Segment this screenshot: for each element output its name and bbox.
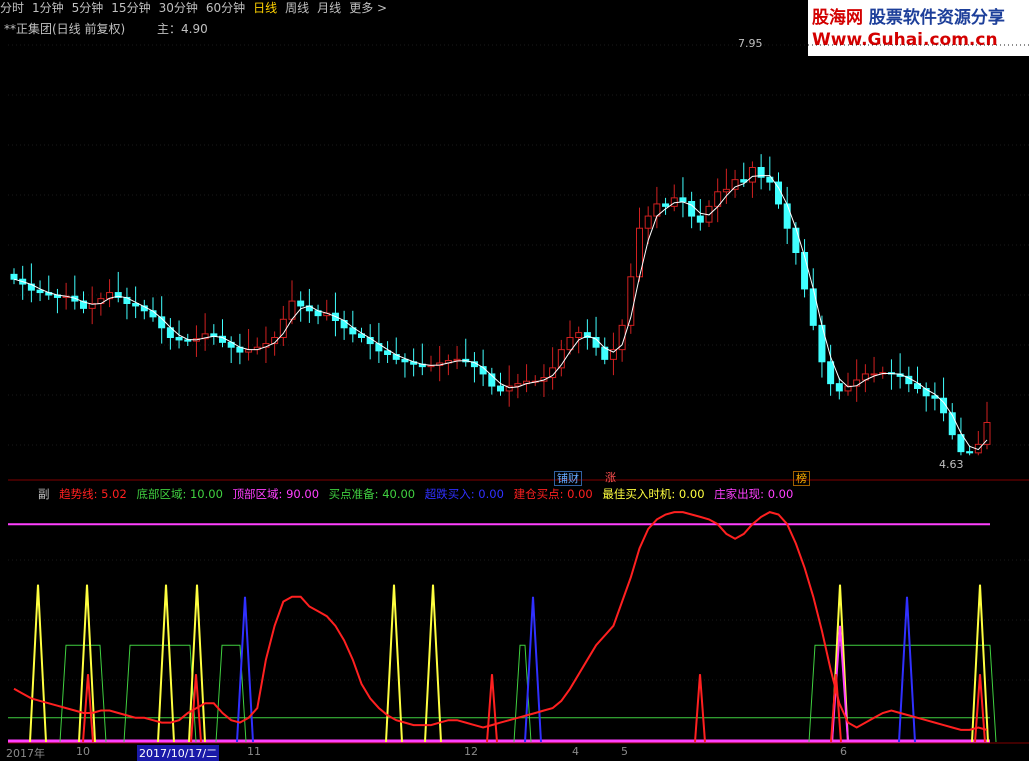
legend-banker: 庄家出现: 0.00 — [714, 487, 794, 501]
candle-body — [748, 167, 756, 183]
legend-oversold-buy: 超跌买入: 0.00 — [424, 487, 504, 501]
date-label: 6 — [840, 745, 847, 758]
candle-body — [783, 203, 791, 229]
news-tag-caijing[interactable]: 铺财 — [554, 471, 582, 486]
build-position-spike — [694, 674, 706, 743]
candle-body — [827, 361, 835, 385]
candle-body — [279, 318, 287, 338]
date-label: 4 — [572, 745, 579, 758]
ma-line — [13, 175, 988, 451]
oversold-spike — [524, 596, 542, 743]
candle-body — [184, 339, 192, 342]
news-tag-bang[interactable]: 榜 — [793, 471, 810, 486]
legend-best-buy: 最佳买入时机: 0.00 — [602, 487, 705, 501]
candle-body — [575, 332, 583, 338]
selected-date[interactable]: 2017/10/17/二 — [137, 745, 220, 761]
date-label: 10 — [76, 745, 90, 758]
candle-body — [688, 201, 696, 217]
legend-bottom-zone: 底部区域: 10.00 — [136, 487, 223, 501]
build-position-spike — [830, 674, 842, 743]
sub-indicator-legend: 副 趋势线: 5.02 底部区域: 10.00 顶部区域: 90.00 买点准备… — [38, 486, 799, 502]
candle-body — [497, 385, 504, 392]
candle-body — [36, 289, 44, 294]
date-label: 5 — [621, 745, 628, 758]
candle-body — [983, 422, 991, 445]
legend-top-zone: 顶部区域: 90.00 — [232, 487, 320, 501]
news-tag-zhang[interactable]: 涨 — [603, 471, 618, 484]
candle-body — [453, 358, 461, 362]
best-buy-spike — [424, 584, 442, 743]
candle-body — [835, 383, 843, 392]
moving-average-line — [13, 175, 988, 451]
candle-body — [679, 197, 687, 203]
candle-body — [566, 337, 574, 351]
candle-body — [731, 179, 739, 190]
date-axis: 2017年 10 2017/10/17/二 11 12 4 5 6 — [0, 744, 1029, 761]
candle-body — [10, 273, 18, 280]
candlestick-series — [10, 154, 991, 456]
high-price-label: 7.95 — [738, 37, 763, 50]
candle-body — [644, 215, 652, 229]
best-buy-spike — [78, 584, 96, 743]
candle-body — [809, 288, 817, 326]
best-buy-spike — [29, 584, 47, 743]
sub-prefix: 副 — [38, 487, 50, 501]
price-chart[interactable] — [0, 0, 1029, 760]
low-price-label: 4.63 — [939, 458, 964, 471]
oversold-spike — [898, 596, 916, 743]
build-position-spike — [486, 674, 498, 743]
candle-body — [175, 337, 183, 341]
date-label: 2017年 — [6, 747, 45, 760]
candle-body — [792, 227, 800, 253]
candle-body — [375, 343, 383, 352]
candle-body — [870, 373, 878, 376]
candle-body — [662, 203, 670, 207]
date-label: 11 — [247, 745, 261, 758]
candle-body — [696, 215, 704, 223]
best-buy-spike — [157, 584, 175, 743]
legend-buy-prep: 买点准备: 40.00 — [328, 487, 416, 501]
candle-body — [966, 451, 974, 454]
legend-trend: 趋势线: 5.02 — [59, 487, 127, 501]
candle-body — [297, 300, 305, 307]
date-label: 12 — [464, 745, 478, 758]
sub-indicator-chart — [8, 511, 997, 743]
candle-body — [722, 188, 730, 193]
build-position-spike — [974, 674, 986, 743]
best-buy-spike — [971, 584, 989, 743]
candle-body — [818, 324, 826, 363]
legend-build-position: 建仓买点: 0.00 — [513, 487, 593, 501]
